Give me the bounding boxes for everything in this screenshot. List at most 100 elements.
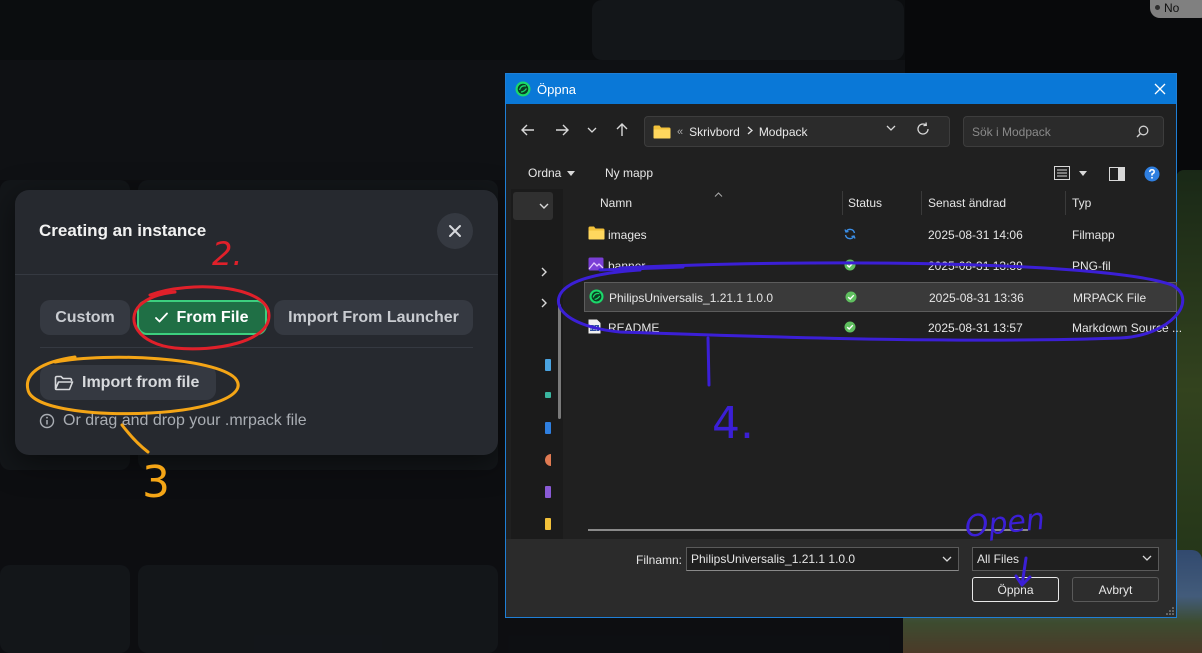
back-button[interactable] xyxy=(516,118,540,142)
list-view-icon xyxy=(1054,166,1070,180)
column-header-modified[interactable]: Senast ändrad xyxy=(928,189,1006,217)
image-file-icon xyxy=(588,257,604,271)
column-header-name[interactable]: Namn xyxy=(600,189,632,217)
file-modified: 2025-08-31 14:06 xyxy=(928,228,1023,242)
mrpack-file-icon xyxy=(589,289,604,304)
chevron-right-icon[interactable] xyxy=(541,267,547,277)
nav-item-icon[interactable] xyxy=(545,392,551,398)
resize-grip-icon[interactable] xyxy=(1166,607,1174,615)
column-divider[interactable] xyxy=(842,191,843,215)
caret-down-icon xyxy=(1079,170,1087,176)
filename-value: PhilipsUniversalis_1.21.1 1.0.0 xyxy=(691,552,856,566)
column-header-type[interactable]: Typ xyxy=(1072,189,1091,217)
column-divider[interactable] xyxy=(1065,191,1066,215)
chevron-down-icon xyxy=(1142,555,1152,561)
breadcrumb-item[interactable]: Modpack xyxy=(759,125,808,139)
open-file-dialog: Öppna « Skrivbord Modpack Sök i Modpack xyxy=(505,73,1182,618)
filetype-value: All Files xyxy=(977,552,1020,566)
file-row-selected[interactable]: PhilipsUniversalis_1.21.1 1.0.0 2025-08-… xyxy=(584,282,1177,312)
nav-item-icon[interactable] xyxy=(545,486,551,498)
folder-icon xyxy=(588,226,605,240)
tab-label: From File xyxy=(176,308,249,326)
column-header-status[interactable]: Status xyxy=(848,189,882,217)
file-row[interactable]: images 2025-08-31 14:06 Filmapp xyxy=(584,220,1177,250)
file-name: PhilipsUniversalis_1.21.1 1.0.0 xyxy=(609,291,774,305)
file-type: Filmapp xyxy=(1072,228,1115,242)
file-list: Namn Status Senast ändrad Typ images 202… xyxy=(572,189,1182,539)
recent-locations-button[interactable] xyxy=(582,118,602,142)
file-name: README xyxy=(608,321,660,335)
nav-scrollbar[interactable] xyxy=(558,304,561,419)
organize-label: Ordna xyxy=(528,166,562,180)
create-instance-modal: Creating an instance Custom From File Im… xyxy=(15,190,498,455)
navigation-pane xyxy=(511,189,563,539)
nav-item-icon[interactable] xyxy=(545,518,551,530)
import-button-label: Import from file xyxy=(82,373,200,391)
nav-item-icon[interactable] xyxy=(545,454,551,466)
file-type: MRPACK File xyxy=(1073,291,1147,305)
file-name: banner xyxy=(608,259,646,273)
search-placeholder: Sök i Modpack xyxy=(972,124,1051,139)
horizontal-scrollbar[interactable] xyxy=(588,529,1028,531)
address-bar[interactable]: « Skrivbord Modpack xyxy=(644,116,950,147)
file-row[interactable]: banner 2025-08-31 13:39 PNG-fil xyxy=(584,251,1177,281)
chevron-right-icon[interactable] xyxy=(541,298,547,308)
caret-down-icon xyxy=(567,170,576,176)
help-icon[interactable] xyxy=(1144,166,1160,182)
modal-divider xyxy=(15,274,498,275)
ok-icon xyxy=(844,259,856,271)
cancel-button[interactable]: Avbryt xyxy=(1072,577,1159,602)
tab-custom[interactable]: Custom xyxy=(40,300,130,335)
check-icon xyxy=(155,312,169,323)
breadcrumb-item[interactable]: Skrivbord xyxy=(689,125,740,139)
folder-open-icon xyxy=(54,375,74,391)
nav-item-icon[interactable] xyxy=(545,359,551,371)
address-dropdown-icon[interactable] xyxy=(886,125,896,131)
breadcrumb-overflow[interactable]: « xyxy=(677,126,683,138)
new-folder-button[interactable]: Ny mapp xyxy=(605,166,653,180)
dialog-close-button[interactable] xyxy=(1146,74,1174,104)
forward-button[interactable] xyxy=(550,118,574,142)
close-icon xyxy=(448,224,462,238)
file-type: Markdown Source ... xyxy=(1072,321,1183,335)
filename-label: Filnamn: xyxy=(636,553,683,567)
chevron-down-icon[interactable] xyxy=(942,556,952,562)
chevron-right-icon xyxy=(747,126,753,138)
hint-text: Or drag and drop your .mrpack file xyxy=(63,412,307,429)
filetype-select[interactable]: All Files xyxy=(972,547,1159,571)
tab-from-file[interactable]: From File xyxy=(137,300,267,335)
dialog-footer: Filnamn: PhilipsUniversalis_1.21.1 1.0.0… xyxy=(506,539,1176,617)
open-button[interactable]: Öppna xyxy=(972,577,1059,602)
ok-icon xyxy=(844,321,856,333)
nav-pane-toggle[interactable] xyxy=(513,192,553,220)
app-logo-icon xyxy=(515,81,531,97)
search-input[interactable]: Sök i Modpack xyxy=(963,116,1164,147)
organize-menu[interactable]: Ordna xyxy=(528,166,576,180)
filename-input[interactable]: PhilipsUniversalis_1.21.1 1.0.0 xyxy=(686,547,959,571)
nav-item-icon[interactable] xyxy=(545,422,551,434)
preview-pane-icon[interactable] xyxy=(1109,167,1125,181)
import-from-file-button[interactable]: Import from file xyxy=(40,365,216,400)
folder-icon xyxy=(653,125,671,139)
dialog-title: Öppna xyxy=(537,81,577,97)
file-modified: 2025-08-31 13:36 xyxy=(929,291,1024,305)
file-name: images xyxy=(608,228,647,242)
tab-label: Import From Launcher xyxy=(288,308,459,326)
sync-icon xyxy=(844,228,856,240)
up-button[interactable] xyxy=(610,118,634,142)
tab-import-from-launcher[interactable]: Import From Launcher xyxy=(274,300,473,335)
dialog-titlebar[interactable]: Öppna xyxy=(506,74,1176,104)
modal-title: Creating an instance xyxy=(39,221,207,240)
file-modified: 2025-08-31 13:57 xyxy=(928,321,1023,335)
modal-close-button[interactable] xyxy=(437,213,473,249)
view-options-button[interactable] xyxy=(1054,166,1087,180)
file-row[interactable]: README 2025-08-31 13:57 Markdown Source … xyxy=(584,313,1182,343)
search-icon xyxy=(1136,125,1149,138)
refresh-icon[interactable] xyxy=(916,122,930,136)
ok-icon xyxy=(845,291,857,303)
column-divider[interactable] xyxy=(921,191,922,215)
modal-divider xyxy=(40,347,473,348)
drag-drop-hint: Or drag and drop your .mrpack file xyxy=(39,412,307,430)
markdown-file-icon xyxy=(588,319,601,334)
tab-label: Custom xyxy=(55,308,115,326)
